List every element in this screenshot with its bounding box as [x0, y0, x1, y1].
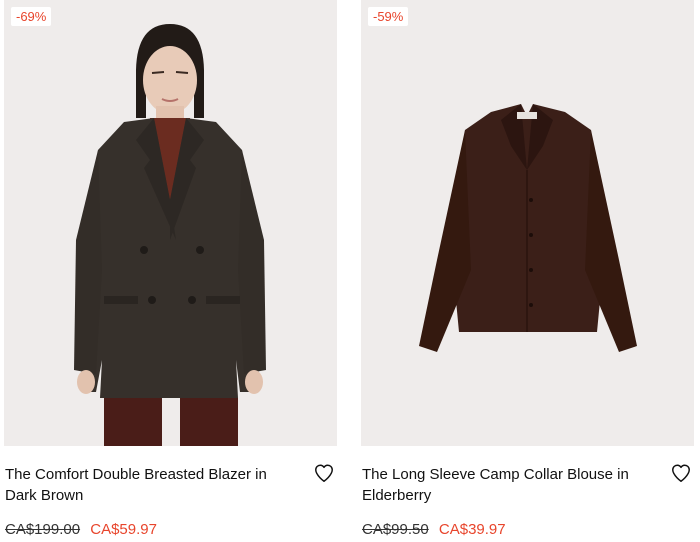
- discount-badge: -59%: [368, 7, 409, 26]
- discount-badge: -69%: [11, 7, 52, 26]
- product-image[interactable]: -59%: [361, 0, 694, 446]
- product-card[interactable]: -59% The Long Sleeve Camp Collar Blouse …: [361, 0, 694, 542]
- product-title[interactable]: The Long Sleeve Camp Collar Blouse in El…: [362, 464, 647, 506]
- sale-price: CA$39.97: [438, 521, 506, 538]
- heart-icon[interactable]: [670, 462, 692, 484]
- original-price: CA$99.50: [362, 521, 429, 538]
- original-price: CA$199.00: [5, 521, 81, 538]
- product-title[interactable]: The Comfort Double Breasted Blazer in Da…: [5, 464, 290, 506]
- product-card[interactable]: -69% The Comfort Double Breasted Blazer …: [4, 0, 337, 542]
- price-row: CA$199.00 CA$59.97: [5, 521, 157, 538]
- price-row: CA$99.50 CA$39.97: [362, 521, 506, 538]
- sale-price: CA$59.97: [90, 521, 157, 538]
- product-image[interactable]: -69%: [4, 0, 337, 446]
- heart-icon[interactable]: [313, 462, 335, 484]
